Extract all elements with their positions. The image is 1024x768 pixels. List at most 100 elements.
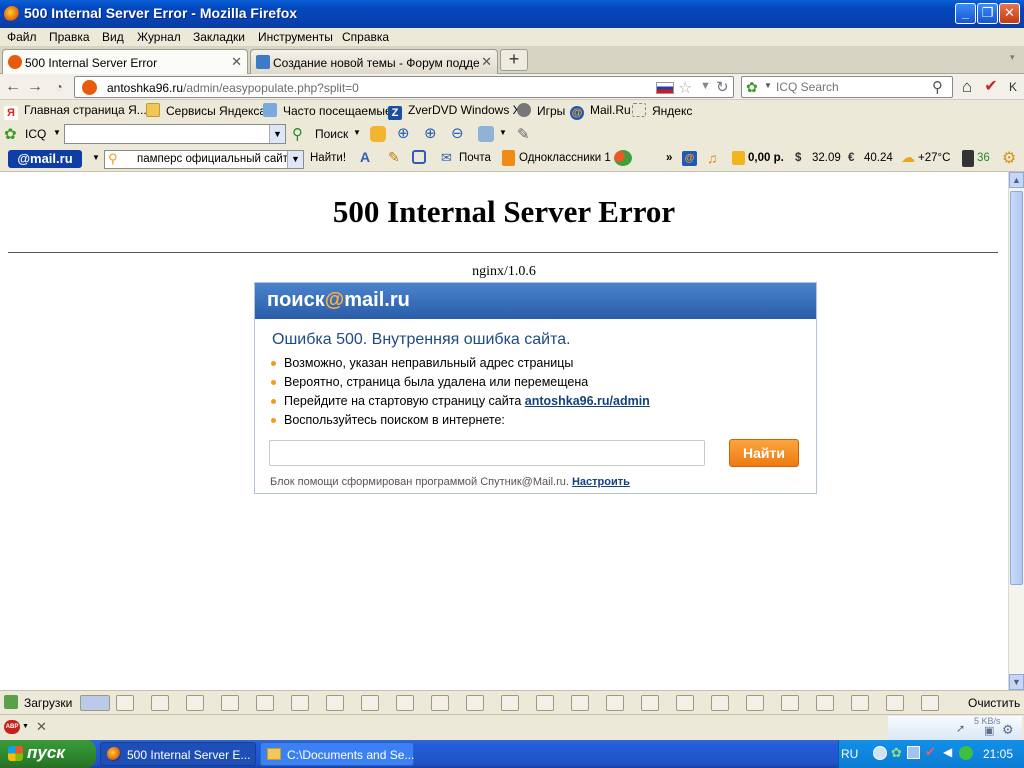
settings-gear-icon[interactable]: ⚙: [1002, 148, 1016, 168]
download-item[interactable]: [781, 695, 799, 711]
history-dropdown-icon[interactable]: ◔: [50, 78, 68, 96]
adblock-dropdown-icon[interactable]: ▼: [22, 723, 29, 730]
download-item[interactable]: [711, 695, 729, 711]
bookmark-games[interactable]: Игры: [517, 103, 565, 118]
back-button[interactable]: ←: [4, 78, 22, 96]
download-item[interactable]: [221, 695, 239, 711]
forward-button[interactable]: →: [26, 78, 44, 96]
reload-icon[interactable]: ↻: [716, 78, 729, 96]
tab-close-icon[interactable]: ✕: [231, 54, 242, 70]
games-dropdown-icon[interactable]: ▼: [499, 128, 507, 137]
zoom-reset-icon[interactable]: ⊕: [424, 124, 437, 142]
bookmark-yandex-home[interactable]: Я Главная страница Я...: [4, 103, 147, 120]
mailru-find-button[interactable]: Найти!: [310, 152, 346, 164]
tab-list-icon[interactable]: ▾: [1010, 52, 1015, 63]
download-item[interactable]: [396, 695, 414, 711]
site-identity-icon[interactable]: [82, 80, 97, 95]
tab-active[interactable]: 500 Internal Server Error ✕: [2, 49, 248, 75]
download-item[interactable]: [571, 695, 589, 711]
update-icon[interactable]: [959, 746, 973, 760]
adblock-icon[interactable]: ABP: [4, 720, 20, 734]
download-item[interactable]: [851, 695, 869, 711]
download-item[interactable]: [536, 695, 554, 711]
menu-file[interactable]: Файл: [7, 30, 37, 44]
download-item[interactable]: [746, 695, 764, 711]
menu-tools[interactable]: Инструменты: [258, 30, 333, 44]
task-firefox[interactable]: 500 Internal Server E...: [100, 742, 256, 766]
close-findbar-icon[interactable]: ✕: [36, 719, 47, 735]
network-icon[interactable]: [907, 746, 920, 759]
download-item[interactable]: [116, 695, 134, 711]
icq-flower-icon[interactable]: ✿: [4, 125, 17, 143]
download-item[interactable]: [291, 695, 309, 711]
clear-downloads-button[interactable]: Очистить: [968, 696, 1020, 710]
address-bar[interactable]: antoshka96.ru/admin/easypopulate.php?spl…: [74, 76, 734, 98]
menu-view[interactable]: Вид: [102, 30, 124, 44]
close-window-button[interactable]: ✕: [999, 3, 1020, 24]
antivirus-tray-icon[interactable]: ✔: [925, 744, 936, 760]
icq-search-input[interactable]: ▼: [64, 124, 286, 144]
screenshot-icon[interactable]: [412, 150, 426, 164]
envelope-icon[interactable]: ✉: [441, 150, 452, 166]
tab-close-icon[interactable]: ✕: [481, 54, 492, 70]
bookmark-most-visited[interactable]: Часто посещаемые: [263, 103, 392, 118]
download-item[interactable]: [361, 695, 379, 711]
icq-tray-icon[interactable]: ✿: [891, 745, 902, 761]
smiley-icon[interactable]: [370, 126, 386, 142]
web-search-input[interactable]: [269, 440, 705, 466]
highlighter-icon[interactable]: ✎: [388, 149, 400, 166]
tray-expand-icon[interactable]: [873, 746, 887, 760]
search-options-dropdown-icon[interactable]: ▼: [353, 128, 361, 137]
task-explorer[interactable]: C:\Documents and Se...: [260, 742, 414, 766]
download-item[interactable]: [80, 695, 110, 711]
download-item[interactable]: [816, 695, 834, 711]
download-item[interactable]: [501, 695, 519, 711]
mail-button[interactable]: Почта: [459, 152, 491, 164]
download-item[interactable]: [606, 695, 624, 711]
download-item[interactable]: [466, 695, 484, 711]
mailru-logo[interactable]: @mail.ru: [8, 150, 82, 168]
menu-bookmarks[interactable]: Закладки: [193, 30, 245, 44]
maximize-button[interactable]: ❐: [977, 3, 998, 24]
agent-icon[interactable]: [614, 150, 632, 166]
volume-icon[interactable]: ◀: [943, 745, 952, 759]
configure-link[interactable]: Настроить: [572, 476, 630, 488]
zoom-in-icon[interactable]: ⊕: [397, 124, 410, 142]
icq-combo-dropdown-icon[interactable]: ▼: [269, 125, 285, 143]
odnoklassniki-icon[interactable]: [502, 150, 515, 166]
search-bar[interactable]: ✿ ▼ ⚲: [741, 76, 953, 98]
search-icon[interactable]: ⚲: [932, 78, 943, 96]
zoom-out-icon[interactable]: ⊖: [451, 124, 464, 142]
search-history-dropdown-icon[interactable]: ▼: [287, 151, 303, 168]
url-text[interactable]: antoshka96.ru/admin/easypopulate.php?spl…: [107, 81, 359, 95]
eraser-icon[interactable]: ✎: [517, 125, 530, 143]
url-dropdown-icon[interactable]: ▼: [700, 80, 711, 92]
bookmark-zverdvd[interactable]: Z ZverDVD Windows XP: [388, 103, 529, 120]
home-icon[interactable]: ⌂: [958, 78, 976, 96]
eur-rate[interactable]: 40.24: [864, 152, 893, 164]
antivirus-icon[interactable]: ✔: [982, 78, 1000, 96]
new-tab-button[interactable]: +: [500, 49, 528, 71]
traffic-level[interactable]: 36: [977, 152, 990, 164]
games-icon[interactable]: [478, 126, 494, 142]
download-item[interactable]: [186, 695, 204, 711]
mailru-menu-dropdown-icon[interactable]: ▼: [92, 153, 100, 162]
balance-value[interactable]: 0,00 р.: [748, 152, 784, 164]
find-button[interactable]: Найти: [729, 439, 799, 467]
tab-forum[interactable]: Создание новой темы - Форум поддер... ✕: [250, 49, 498, 74]
scroll-thumb[interactable]: [1010, 191, 1023, 585]
vertical-scrollbar[interactable]: ▲ ▼: [1008, 172, 1024, 690]
menu-help[interactable]: Справка: [342, 30, 389, 44]
menu-history[interactable]: Журнал: [137, 30, 181, 44]
download-item[interactable]: [151, 695, 169, 711]
scroll-down-button[interactable]: ▼: [1009, 674, 1024, 690]
bookmark-mailru[interactable]: @ Mail.Ru: [570, 103, 631, 120]
download-item[interactable]: [641, 695, 659, 711]
bookmark-yandex-services[interactable]: Сервисы Яндекса: [146, 103, 266, 118]
mailru-at-icon[interactable]: @: [682, 151, 697, 166]
usd-rate[interactable]: 32.09: [812, 152, 841, 164]
bookmark-yandex[interactable]: Яндекс: [632, 103, 692, 118]
window-icon[interactable]: ▣: [984, 724, 994, 737]
weather-temp[interactable]: +27°C: [918, 152, 950, 164]
scroll-up-button[interactable]: ▲: [1009, 172, 1024, 188]
